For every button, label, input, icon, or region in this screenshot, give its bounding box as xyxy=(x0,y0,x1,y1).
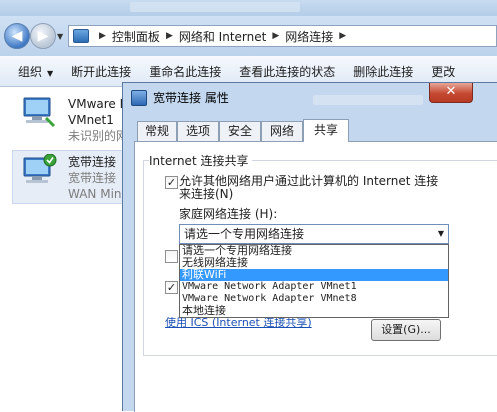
connection-status: 未识别的网 xyxy=(68,129,129,143)
breadcrumb-separator-icon[interactable]: ▶ xyxy=(339,31,346,41)
tab-networking[interactable]: 网络 xyxy=(261,121,303,141)
back-button[interactable]: ◀ xyxy=(4,23,30,49)
connection-name: 宽带连接 xyxy=(68,155,117,169)
forward-arrow-icon: ▶ xyxy=(37,28,49,44)
breadcrumb-control-panel[interactable]: 控制面板 xyxy=(112,28,160,45)
organize-button[interactable]: 组织 ▼ xyxy=(18,63,53,80)
window-title-blur xyxy=(130,2,300,12)
dropdown-option[interactable]: 本地连接 xyxy=(180,305,448,317)
home-network-dropdown: 请选一个专用网络连接 无线网络连接 利联WiFi VMware Network … xyxy=(179,244,449,318)
back-arrow-icon: ◀ xyxy=(11,28,23,44)
tab-security[interactable]: 安全 xyxy=(219,121,261,141)
breadcrumb-network-internet[interactable]: 网络和 Internet xyxy=(179,28,266,45)
recent-pages-dropdown-icon[interactable]: ▼ xyxy=(57,32,63,41)
connection-device: 宽带连接 xyxy=(68,171,117,185)
chevron-down-icon: ▼ xyxy=(437,229,444,238)
network-adapter-icon xyxy=(23,97,56,128)
forward-button[interactable]: ▶ xyxy=(30,23,56,49)
home-network-select[interactable]: 请选一个专用网络连接 ▼ xyxy=(179,224,449,244)
dropdown-option[interactable]: VMware Network Adapter VMnet1 xyxy=(180,281,448,293)
close-button[interactable]: ✕ xyxy=(429,83,473,103)
address-row: ◀ ▶ ▼ ▶ 控制面板 ▶ 网络和 Internet ▶ 网络连接 ▶ xyxy=(0,16,497,56)
properties-dialog: 宽带连接 属性 ✕ 常规 选项 安全 网络 共享 Internet 连接共享 ✓… xyxy=(122,82,497,412)
view-status-button[interactable]: 查看此连接的状态 xyxy=(239,63,335,80)
tab-options[interactable]: 选项 xyxy=(177,121,219,141)
allow-sharing-checkbox[interactable]: ✓ xyxy=(165,176,178,189)
other-users-control-checkbox[interactable] xyxy=(165,250,178,263)
connection-status: WAN Min xyxy=(68,187,122,201)
change-button[interactable]: 更改 xyxy=(431,63,455,80)
tab-sharing[interactable]: 共享 xyxy=(303,119,349,142)
background-title-blur xyxy=(313,95,423,105)
organize-label: 组织 xyxy=(18,64,43,79)
tab-general[interactable]: 常规 xyxy=(137,121,177,141)
sharing-panel: Internet 连接共享 ✓ 允许其他网络用户通过此计算机的 Internet… xyxy=(134,141,497,412)
connection-name: VMware N xyxy=(68,97,129,111)
home-network-selected: 请选一个专用网络连接 xyxy=(184,227,305,241)
breadcrumb-network-connections[interactable]: 网络连接 xyxy=(285,28,333,45)
home-network-label: 家庭网络连接 (H): xyxy=(179,207,278,221)
rename-button[interactable]: 重命名此连接 xyxy=(149,63,221,80)
chevron-down-icon: ▼ xyxy=(47,68,54,78)
control-panel-icon xyxy=(73,29,89,43)
window-titlebar xyxy=(0,0,497,16)
dialog-title: 宽带连接 属性 xyxy=(153,91,229,105)
broadband-connection-icon xyxy=(23,154,57,183)
allow-sharing-label-2: 来连接(N) xyxy=(179,187,234,201)
breadcrumb-separator-icon[interactable]: ▶ xyxy=(99,31,106,41)
connection-properties-icon xyxy=(131,89,147,106)
ics-group-title: Internet 连接共享 xyxy=(149,152,253,169)
settings-button[interactable]: 设置(G)... xyxy=(371,319,441,341)
dialog-title-bar[interactable]: 宽带连接 属性 xyxy=(131,89,229,106)
delete-button[interactable]: 删除此连接 xyxy=(353,63,413,80)
other-users-service-checkbox[interactable]: ✓ xyxy=(165,281,178,294)
connection-device: VMnet1 xyxy=(68,113,114,127)
dropdown-option-highlighted[interactable]: 利联WiFi xyxy=(180,269,448,281)
breadcrumb-separator-icon[interactable]: ▶ xyxy=(272,31,279,41)
breadcrumb-separator-icon[interactable]: ▶ xyxy=(166,31,173,41)
close-icon: ✕ xyxy=(445,84,457,99)
disconnect-button[interactable]: 断开此连接 xyxy=(71,63,131,80)
address-bar[interactable]: ▶ 控制面板 ▶ 网络和 Internet ▶ 网络连接 ▶ xyxy=(68,25,497,47)
